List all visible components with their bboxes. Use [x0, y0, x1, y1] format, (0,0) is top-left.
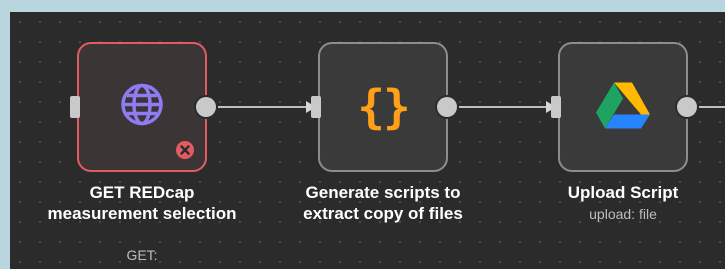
node-subtitle: upload: file — [589, 206, 657, 222]
error-badge-icon[interactable] — [175, 140, 195, 160]
node-title-line: Upload Script — [567, 183, 679, 202]
node-subtitle: GET: — [126, 247, 158, 263]
input-port[interactable] — [70, 96, 80, 118]
output-port[interactable] — [437, 97, 457, 117]
node-upload-script[interactable] — [551, 42, 697, 172]
input-port[interactable] — [311, 96, 321, 118]
code-braces-icon: {} — [357, 80, 410, 134]
input-port[interactable] — [551, 96, 561, 118]
node-title: Generate scripts to extract copy of file… — [253, 182, 513, 224]
google-drive-icon — [596, 81, 650, 134]
node-title-line: extract copy of files — [303, 204, 463, 223]
node-title-line: measurement selection — [47, 204, 237, 223]
node-title-line: GET REDcap — [89, 183, 195, 202]
node-title-line: Generate scripts to — [305, 183, 461, 202]
output-port[interactable] — [677, 97, 697, 117]
workflow-canvas[interactable]: GET REDcap measurement selection GET: {}… — [10, 12, 725, 269]
node-title: GET REDcap measurement selection — [12, 182, 272, 224]
globe-icon — [119, 82, 165, 133]
output-port[interactable] — [196, 97, 216, 117]
node-title: Upload Script — [493, 182, 725, 203]
node-get-redcap[interactable] — [70, 42, 216, 172]
node-generate-scripts[interactable]: {} — [311, 42, 457, 172]
